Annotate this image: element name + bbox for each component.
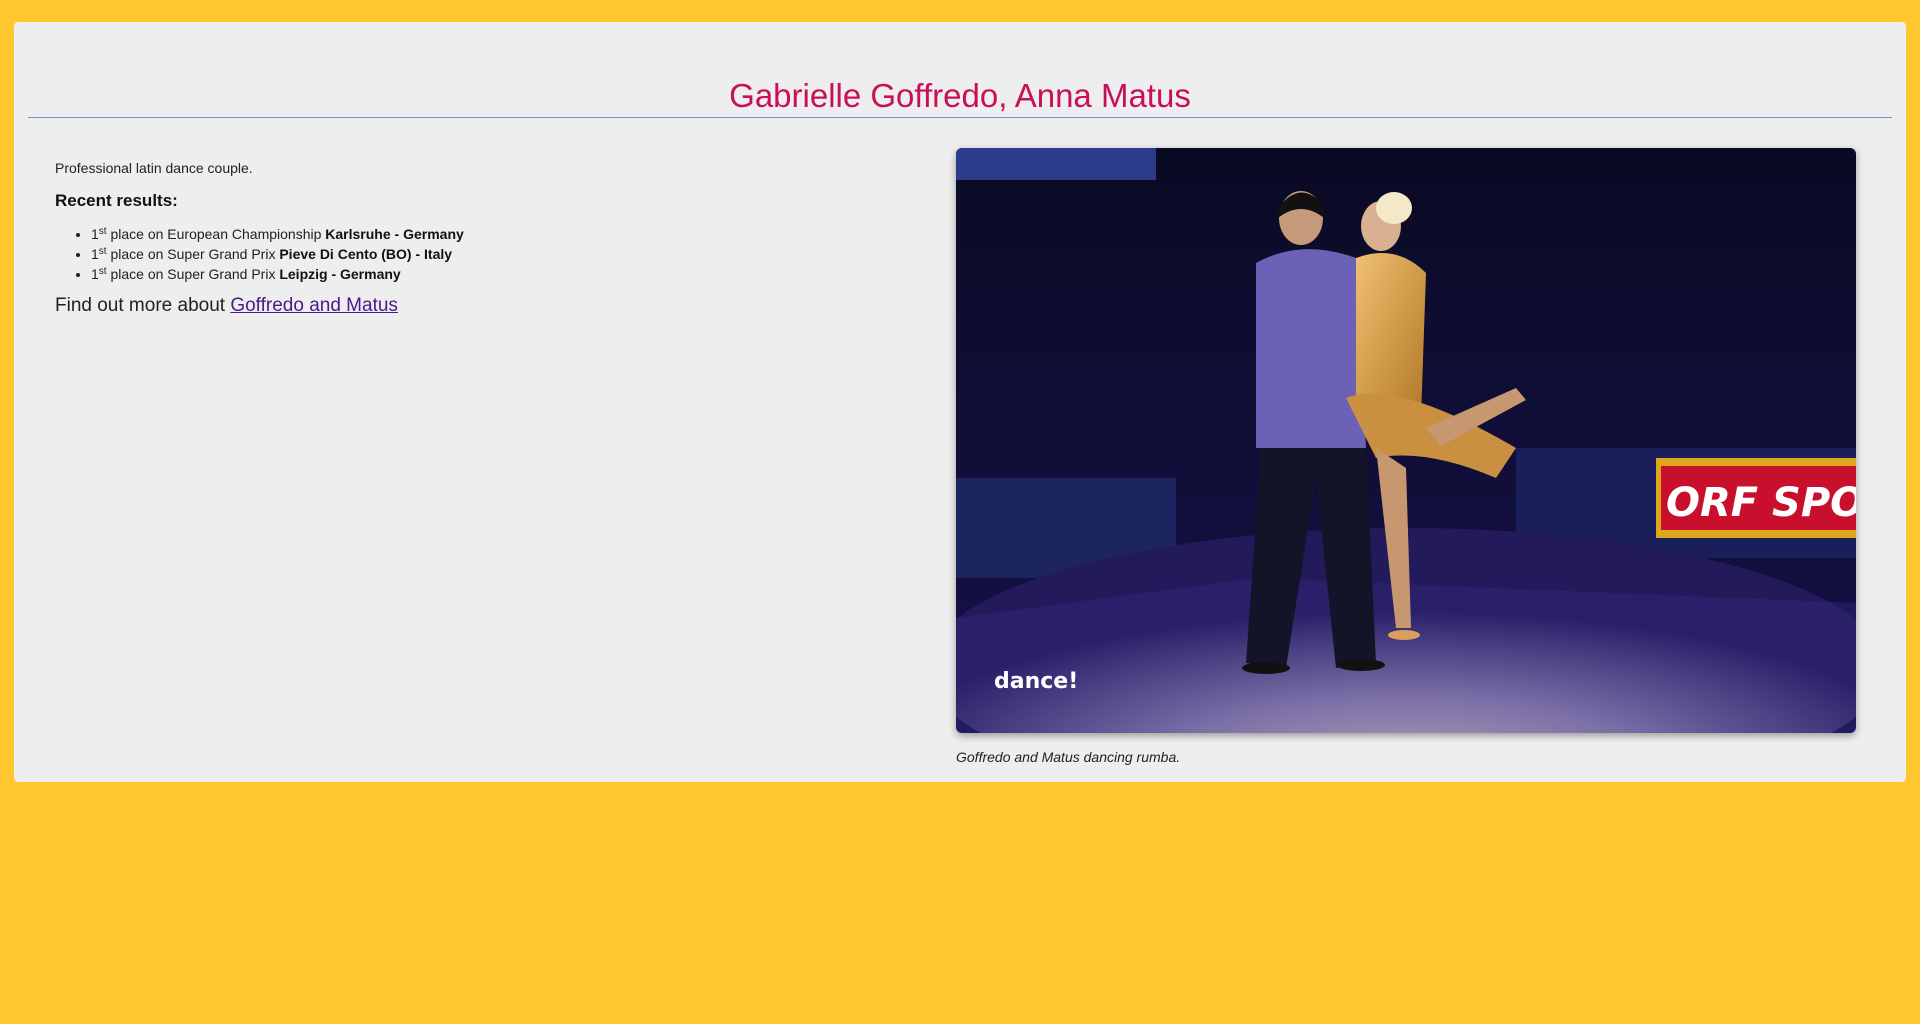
photo-caption: Goffredo and Matus dancing rumba. <box>956 749 1181 765</box>
description-column: Professional latin dance couple. Recent … <box>55 160 855 317</box>
couple-link[interactable]: Goffredo and Matus <box>230 295 398 316</box>
page-title: Gabrielle Goffredo, Anna Matus <box>729 77 1191 114</box>
photo-figure: ORF SPO dance! Goffredo and Matus dancin… <box>956 148 1856 765</box>
result-location: Pieve Di Cento (BO) - Italy <box>279 246 453 262</box>
result-place-suffix: st <box>98 246 107 257</box>
results-list: 1st place on European Championship Karls… <box>55 224 855 284</box>
find-out-more: Find out more about Goffredo and Matus <box>55 295 855 317</box>
result-event: place on Super Grand Prix <box>106 246 280 262</box>
intro-text: Professional latin dance couple. <box>55 160 253 176</box>
find-out-more-label: Find out more about <box>55 295 231 316</box>
title-divider <box>28 117 1892 118</box>
result-location: Karlsruhe - Germany <box>325 226 464 242</box>
result-event: place on European Championship <box>106 226 326 242</box>
result-place-suffix: st <box>98 226 107 237</box>
result-place: 1 <box>91 246 99 262</box>
content-card: Gabrielle Goffredo, Anna Matus Professio… <box>14 22 1906 782</box>
photo-watermark: dance! <box>994 669 1078 694</box>
result-event: place on Super Grand Prix <box>106 266 280 282</box>
banner-text: ORF SPO <box>1666 480 1856 526</box>
result-item: 1st place on European Championship Karls… <box>91 224 855 244</box>
result-item: 1st place on Super Grand Prix Pieve Di C… <box>91 244 855 264</box>
result-place: 1 <box>91 266 99 282</box>
result-place-suffix: st <box>98 266 107 277</box>
result-place: 1 <box>91 226 99 242</box>
dance-photo: ORF SPO dance! <box>956 148 1856 733</box>
results-heading: Recent results: <box>55 191 178 210</box>
result-location: Leipzig - Germany <box>279 266 401 282</box>
result-item: 1st place on Super Grand Prix Leipzig - … <box>91 264 855 284</box>
